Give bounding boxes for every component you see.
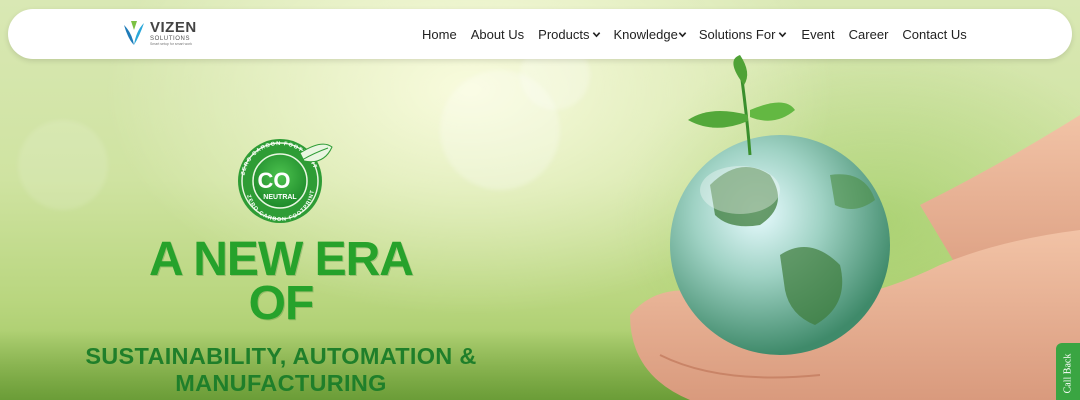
subheadline-line-2: MANUFACTURING (175, 370, 387, 396)
headline-line-2: OF (248, 277, 315, 330)
brand-logo[interactable]: VIZEN SOLUTIONS Smart setup for smart wo… (122, 19, 197, 47)
bokeh-light (18, 120, 108, 210)
nav-contact-us[interactable]: Contact Us (902, 27, 966, 42)
call-back-label: Call Back (1062, 353, 1074, 393)
brand-name: VIZEN (150, 18, 197, 36)
nav-about-us[interactable]: About Us (471, 27, 524, 42)
nav-about-label: About Us (470, 26, 525, 42)
nav-career[interactable]: Career (849, 27, 889, 42)
nav-products-label: Products (538, 26, 590, 42)
subheadline-line-1: SUSTAINABILITY, AUTOMATION & (85, 343, 477, 369)
chevron-down-icon (678, 31, 687, 37)
nav-solutions-for[interactable]: Solutions For (699, 27, 788, 42)
nav-career-label: Career (848, 26, 889, 42)
chevron-down-icon (779, 31, 787, 37)
nav-home-label: Home (422, 26, 457, 42)
hero-subheadline: SUSTAINABILITY, AUTOMATION & MANUFACTURI… (55, 343, 507, 397)
nav-products[interactable]: Products (538, 27, 601, 42)
co2-neutral-badge: ZERO CARBON FOOTPRINT ZERO CARBON FOOTPR… (238, 139, 333, 223)
call-back-button[interactable]: Call Back (1056, 343, 1080, 400)
nav-contact-label: Contact Us (902, 26, 967, 42)
brand-subtitle: SOLUTIONS (150, 35, 191, 42)
badge-co-text: CO (258, 168, 291, 193)
nav-knowledge-label: Knowledge (613, 26, 678, 42)
nav-knowledge[interactable]: Knowledge (613, 26, 687, 42)
vizen-logo-icon (124, 21, 144, 45)
main-nav: Home About Us Products Knowledge Solutio… (422, 9, 967, 59)
hands-holding-globe-image (630, 55, 1080, 400)
hero-headline: A NEW ERA OF (125, 233, 437, 330)
nav-event[interactable]: Event (801, 27, 834, 42)
badge-neutral-text: NEUTRAL (263, 194, 297, 201)
navbar: VIZEN SOLUTIONS Smart setup for smart wo… (8, 9, 1072, 59)
leaf-icon (299, 143, 333, 163)
headline-line-1: A NEW ERA (149, 233, 414, 286)
nav-event-label: Event (801, 26, 835, 42)
nav-solutions-label: Solutions For (698, 26, 776, 42)
chevron-down-icon (593, 31, 601, 37)
brand-tagline: Smart setup for smart work (150, 41, 193, 46)
nav-home[interactable]: Home (422, 27, 457, 42)
